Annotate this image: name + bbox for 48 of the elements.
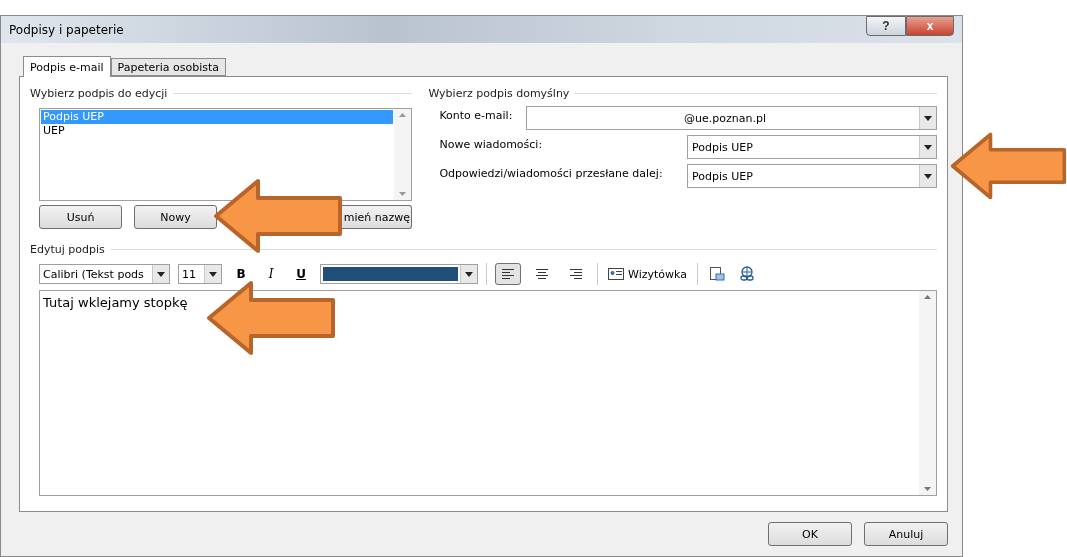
- group-label: Edytuj podpis: [30, 243, 105, 256]
- group-label: Wybierz podpis do edycji: [30, 87, 168, 100]
- underline-button[interactable]: U: [290, 267, 312, 281]
- dropdown-arrow-icon: [209, 271, 217, 277]
- signature-text: Tutaj wklejamy stopkę: [42, 294, 189, 312]
- dropdown-field[interactable]: Podpis UEP: [687, 135, 937, 159]
- list-item[interactable]: UEP: [41, 124, 394, 138]
- group-label: Wybierz podpis domyślny: [428, 87, 570, 100]
- signature-list[interactable]: Podpis UEP UEP: [39, 108, 413, 201]
- bold-button[interactable]: B: [230, 267, 252, 281]
- dropdown-arrow-icon: [157, 271, 165, 277]
- rename-button[interactable]: mień nazwę: [342, 205, 413, 229]
- align-center-icon: [536, 269, 548, 279]
- font-size-dropdown[interactable]: 11: [178, 264, 222, 284]
- business-card-button[interactable]: Wizytówka: [606, 267, 689, 281]
- scrollbar[interactable]: [919, 291, 936, 495]
- field-label: Nowe wiadomości:: [439, 137, 543, 151]
- globe-link-icon: [738, 266, 755, 282]
- cancel-button[interactable]: Anuluj: [864, 522, 948, 546]
- window-title: Podpisy i papeterie: [9, 22, 124, 37]
- field-label: Odpowiedzi/wiadomości przesłane dalej:: [439, 166, 663, 180]
- scroll-down-icon[interactable]: [924, 487, 931, 491]
- signature-editor[interactable]: Tutaj wklejamy stopkę: [39, 290, 937, 496]
- dropdown-arrow-icon: [465, 271, 473, 277]
- scrollbar[interactable]: [394, 109, 412, 200]
- align-left-icon: [502, 269, 514, 279]
- scroll-up-icon[interactable]: [399, 113, 407, 117]
- scroll-down-icon[interactable]: [399, 192, 407, 196]
- scroll-up-icon[interactable]: [924, 295, 931, 299]
- tab[interactable]: Papeteria osobista: [110, 58, 227, 76]
- dropdown-arrow-icon: [924, 144, 932, 150]
- dropdown-field[interactable]: Podpis UEP: [687, 164, 937, 188]
- image-icon: [708, 266, 725, 282]
- align-button[interactable]: [495, 263, 521, 285]
- help-button[interactable]: ?: [866, 16, 906, 36]
- dropdown-field[interactable]: @ue.poznan.pl: [526, 106, 937, 130]
- align-right-icon: [570, 269, 582, 279]
- color-dropdown[interactable]: [320, 264, 478, 284]
- new-button[interactable]: Nowy: [134, 205, 217, 229]
- card-icon: [608, 268, 624, 280]
- ok-button[interactable]: OK: [768, 522, 852, 546]
- font-dropdown[interactable]: Calibri (Tekst pods: [39, 264, 170, 284]
- italic-button[interactable]: I: [260, 267, 282, 281]
- dropdown-arrow-icon: [924, 173, 932, 179]
- delete-button[interactable]: Usuń: [39, 205, 122, 229]
- dropdown-arrow-icon: [924, 115, 932, 121]
- field-label: Konto e-mail:: [439, 108, 513, 122]
- tab[interactable]: Podpis e-mail: [23, 56, 111, 77]
